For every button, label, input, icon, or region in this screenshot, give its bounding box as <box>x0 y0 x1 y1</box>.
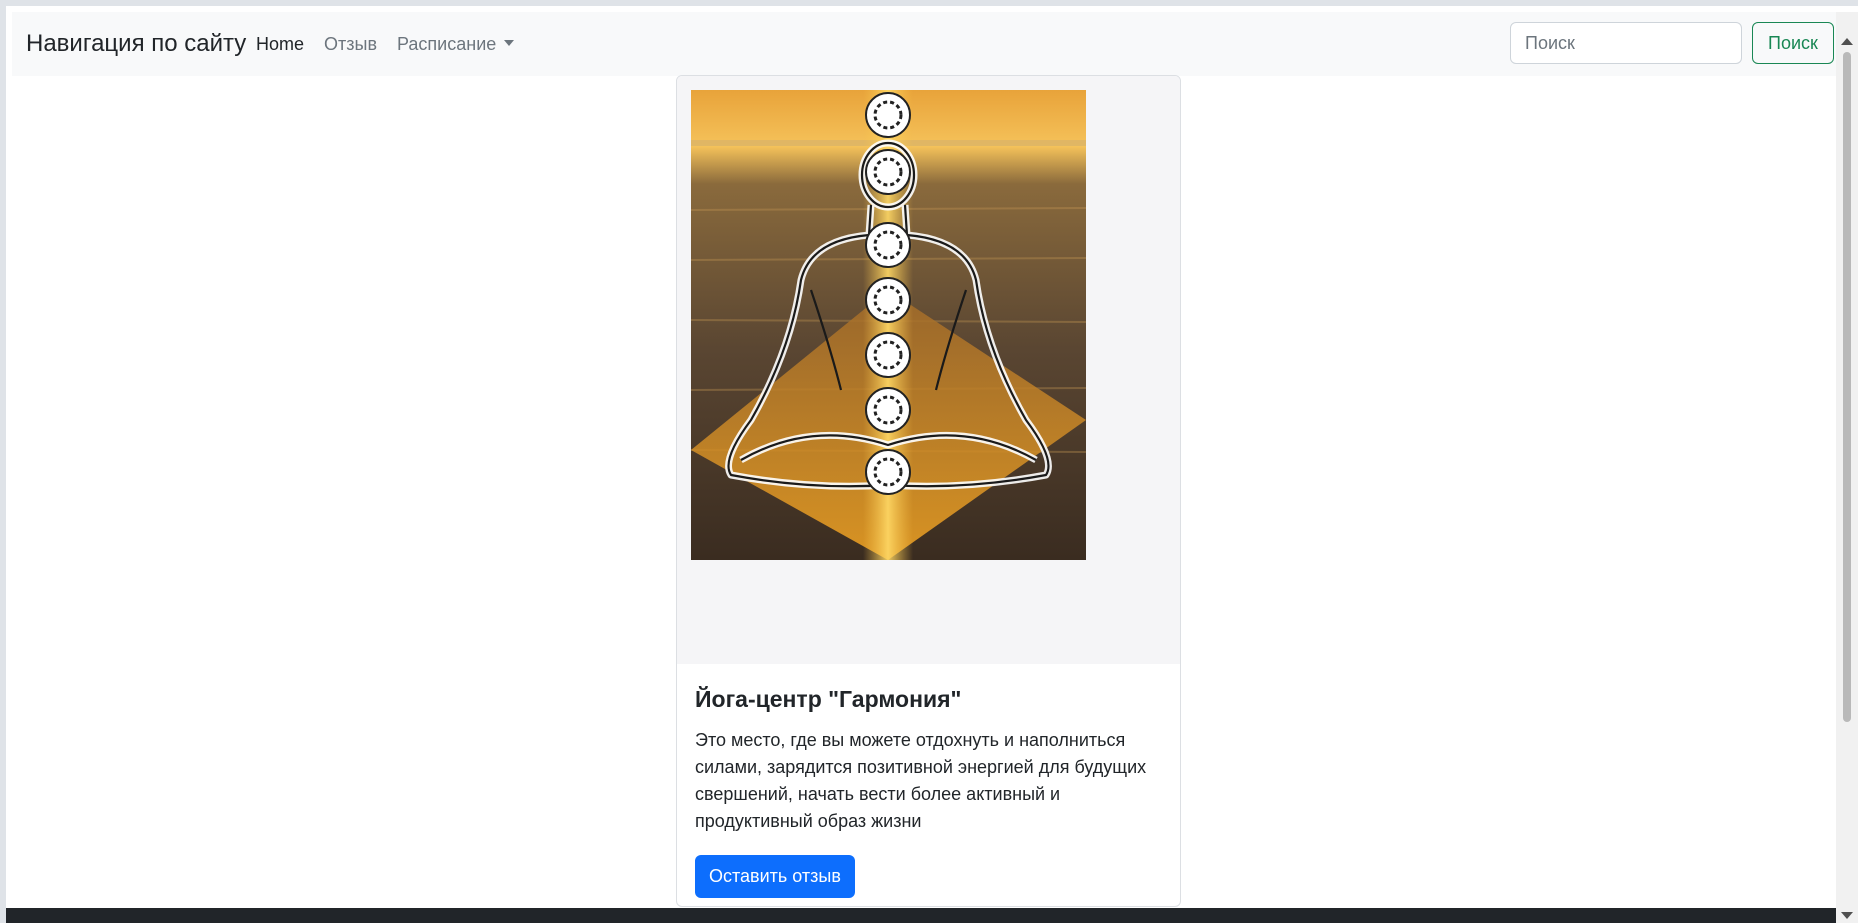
vertical-scrollbar[interactable] <box>1836 12 1858 923</box>
page-viewport: Навигация по сайту Home Отзыв Расписание… <box>0 0 1858 923</box>
scroll-down-icon[interactable] <box>1841 912 1853 919</box>
nav-links: Home Отзыв Расписание <box>256 34 534 55</box>
nav-dropdown-schedule[interactable]: Расписание <box>397 34 515 55</box>
yoga-center-card: Йога-центр "Гармония" Это место, где вы … <box>676 75 1181 907</box>
leave-review-button[interactable]: Оставить отзыв <box>695 855 855 898</box>
caret-down-icon <box>504 40 515 47</box>
card-body: Йога-центр "Гармония" Это место, где вы … <box>695 686 1165 898</box>
card-title: Йога-центр "Гармония" <box>695 686 962 712</box>
card-image <box>677 76 1180 664</box>
search-input[interactable] <box>1510 22 1742 64</box>
yoga-meditation-chakra-illustration <box>691 90 1086 560</box>
scroll-up-icon[interactable] <box>1841 38 1853 45</box>
navbar: Навигация по сайту Home Отзыв Расписание… <box>12 12 1840 76</box>
nav-link-home[interactable]: Home <box>256 34 304 55</box>
scroll-thumb[interactable] <box>1843 52 1851 722</box>
nav-dropdown-schedule-label: Расписание <box>397 34 497 54</box>
search-button[interactable]: Поиск <box>1752 22 1834 64</box>
card-text: Это место, где вы можете отдохнуть и нап… <box>695 730 1147 831</box>
nav-link-review[interactable]: Отзыв <box>324 34 377 55</box>
navbar-brand[interactable]: Навигация по сайту <box>26 30 246 58</box>
footer-strip <box>6 908 1842 923</box>
